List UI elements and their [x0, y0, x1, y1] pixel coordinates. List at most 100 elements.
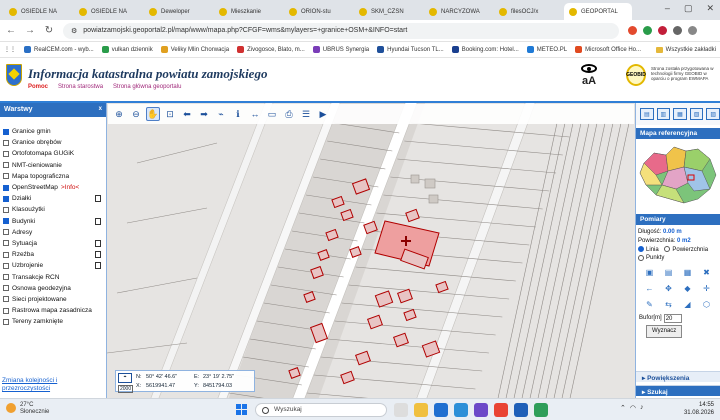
panel-layout-icon[interactable]: ▨ [706, 108, 720, 120]
chevron-up-icon[interactable]: ⌃ [620, 404, 626, 412]
layer-checkbox[interactable] [3, 240, 9, 247]
layer-order-link[interactable]: Zmiana kolejności i przezroczystości [2, 377, 106, 393]
forward-arrow-icon[interactable]: → [25, 25, 35, 36]
layer-item[interactable]: Klasoużytki [0, 204, 106, 215]
bookmark-item[interactable]: METEO.PL [526, 46, 567, 53]
undo-point-icon[interactable]: ← [642, 283, 657, 295]
font-size-toggle[interactable]: aA [578, 75, 600, 87]
geoportal-home-link[interactable]: Strona główna geoportalu [113, 84, 181, 90]
layer-checkbox[interactable] [3, 206, 9, 213]
zoom-section-header[interactable]: ▸ Powiększenia [636, 371, 720, 382]
maximize-icon[interactable]: ▢ [684, 3, 693, 14]
layer-checkbox[interactable] [3, 307, 9, 314]
browser-tab[interactable]: SKM_CZSN [354, 3, 422, 20]
edit-vertex-icon[interactable]: ✎ [642, 299, 657, 311]
word-icon[interactable] [514, 403, 528, 417]
browser-tab[interactable]: NARCYZOWA [424, 3, 492, 20]
back-icon[interactable]: ⬅ [180, 107, 194, 121]
layer-checkbox[interactable] [3, 296, 9, 303]
layer-item[interactable]: Działki [0, 193, 106, 204]
cadastral-map[interactable] [107, 103, 635, 398]
edge-icon[interactable] [434, 403, 448, 417]
layer-checkbox[interactable] [3, 150, 9, 157]
extension-icon[interactable] [658, 26, 667, 35]
legend-icon[interactable] [95, 262, 101, 270]
layer-item[interactable]: Sytuacja [0, 238, 106, 249]
layer-item[interactable]: Rzeźba [0, 249, 106, 260]
browser-tab[interactable]: GEOPORTAL [564, 3, 632, 20]
layer-checkbox[interactable] [3, 173, 9, 180]
bookmark-item[interactable]: UBRUS Synergia [312, 46, 369, 53]
bookmark-item[interactable]: Hyundai Tucson TL... [377, 46, 444, 53]
zoom-window-icon[interactable]: ⊡ [163, 107, 177, 121]
store-icon[interactable] [474, 403, 488, 417]
buffer-input[interactable]: 20 [663, 314, 682, 324]
line-mode-radio[interactable] [638, 246, 644, 253]
panel-layout-icon[interactable]: ▦ [673, 108, 687, 120]
extension-icon[interactable] [628, 26, 637, 35]
measure-icon[interactable]: ⌁ [214, 107, 228, 121]
weather-widget[interactable]: 27°C Słonecznie [6, 402, 49, 416]
forward-icon[interactable]: ➡ [197, 107, 211, 121]
bookmark-item[interactable]: Veliky Mlin Chorwacja [160, 46, 229, 53]
layer-item[interactable]: Mapa topograficzna [0, 171, 106, 182]
layer-checkbox[interactable] [3, 184, 9, 191]
legend-icon[interactable] [95, 217, 101, 225]
layer-checkbox[interactable] [3, 139, 9, 146]
layer-item[interactable]: OpenStreetMap >Info< [0, 182, 106, 193]
minimize-icon[interactable]: – [665, 3, 670, 14]
search-section-header[interactable]: ▸ Szukaj [636, 385, 720, 396]
layer-checkbox[interactable] [3, 229, 9, 236]
polygon-icon[interactable]: ⬡ [699, 299, 714, 311]
layer-checkbox[interactable] [3, 318, 9, 325]
open-measure-icon[interactable]: ▤ [661, 267, 676, 279]
layer-item[interactable]: NMT-cieniowanie [0, 160, 106, 171]
excel-icon[interactable] [534, 403, 548, 417]
layer-item[interactable]: Budynki [0, 216, 106, 227]
bookmark-item[interactable]: RealCEM.com - wyb... [24, 46, 94, 53]
zoom-in-icon[interactable]: ⊕ [112, 107, 126, 121]
layer-item[interactable]: Osnowa geodezyjna [0, 283, 106, 294]
layers-icon[interactable]: ☰ [299, 107, 313, 121]
split-icon[interactable]: ⇆ [661, 299, 676, 311]
task-view-icon[interactable] [394, 403, 408, 417]
measurements-header[interactable]: Pomiary [636, 214, 720, 225]
map-canvas[interactable]: ⊕ ⊖ ✋ ⊡ ⬅ ➡ ⌁ ℹ ↔ ▭ ⎙ ☰ ▶ ⌖ 2000 N: 50° 42' 46.6" E:… [107, 103, 635, 398]
center-icon[interactable]: ✛ [699, 283, 714, 295]
layer-checkbox[interactable] [3, 162, 9, 169]
layer-checkbox[interactable] [3, 251, 9, 258]
file-explorer-icon[interactable] [414, 403, 428, 417]
taskbar-search[interactable]: Wyszukaj [255, 403, 387, 417]
browser-tab[interactable]: OSIEDLE NA [74, 3, 142, 20]
compute-button[interactable]: Wyznacz [646, 325, 683, 338]
start-button[interactable] [236, 404, 248, 416]
panel-layout-icon[interactable]: ▥ [656, 108, 671, 120]
profile-icon[interactable] [688, 26, 697, 35]
layer-item[interactable]: Transakcje RCN [0, 271, 106, 282]
area-mode-radio[interactable] [664, 246, 671, 253]
reference-map[interactable] [636, 141, 720, 211]
layer-item[interactable]: Granice gmin [0, 126, 106, 137]
coordinate-system-icon[interactable]: ⌖ [118, 373, 132, 383]
panel-layout-icon[interactable]: ▧ [689, 108, 704, 120]
all-bookmarks-link[interactable]: Wszystkie zakładki [655, 46, 716, 53]
url-field[interactable]: ⚙ powiatzamojski.geoportal2.pl/map/www/m… [63, 22, 619, 39]
layer-info-link[interactable]: >Info< [61, 184, 79, 191]
layer-item[interactable]: Granice obrębów [0, 137, 106, 148]
info-icon[interactable]: ℹ [231, 107, 245, 121]
legend-icon[interactable] [95, 239, 101, 247]
wifi-icon[interactable]: ◠ [630, 404, 636, 412]
print-icon[interactable]: ⎙ [282, 107, 296, 121]
new-measure-icon[interactable]: ▣ [642, 267, 657, 279]
layer-checkbox[interactable] [3, 274, 9, 281]
back-arrow-icon[interactable]: ← [6, 25, 16, 36]
site-info-icon[interactable]: ⚙ [71, 27, 77, 35]
area-icon[interactable]: ▭ [265, 107, 279, 121]
volume-icon[interactable]: ♪ [640, 404, 644, 412]
layer-item[interactable]: Uzbrojenie [0, 260, 106, 271]
legend-icon[interactable] [95, 251, 101, 259]
puzzle-icon[interactable] [673, 26, 682, 35]
points-mode-radio[interactable] [638, 254, 644, 261]
layer-checkbox[interactable] [3, 262, 9, 269]
move-point-icon[interactable]: ✥ [661, 283, 676, 295]
